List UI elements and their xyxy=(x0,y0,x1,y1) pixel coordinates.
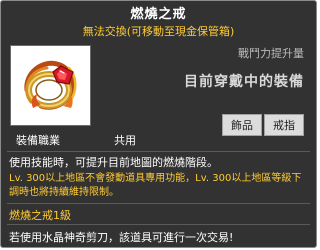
ring-icon xyxy=(24,60,77,110)
equipped-status: 目前穿戴中的裝備 xyxy=(184,74,304,90)
job-label: 裝備職業 xyxy=(16,134,60,147)
item-tooltip: 燃燒之戒 無法交換(可移動至現金保管箱) 戰鬥力提升量 目前穿戴中的裝備 飾品 … xyxy=(0,0,317,248)
item-level: 燃燒之戒1級 xyxy=(9,209,71,222)
item-description: 使用技能時，可提升目前地圖的燃燒階段。 xyxy=(9,156,218,169)
divider xyxy=(7,224,310,225)
job-requirement: 裝備職業 共用 xyxy=(10,132,308,150)
trade-restriction: 無法交換(可移動至現金保管箱) xyxy=(82,25,235,38)
divider xyxy=(7,203,310,204)
level-restriction-note: Lv. 300以上地區不會發動道具專用功能，Lv. 300以上地區等級下調時也將… xyxy=(9,173,302,198)
combat-power-label: 戰鬥力提升量 xyxy=(238,47,304,60)
item-icon-frame xyxy=(10,45,91,126)
divider xyxy=(7,151,310,152)
scissors-trade-note: 若使用水晶神奇剪刀，該道具可進行一次交易! xyxy=(9,231,234,244)
item-title: 燃燒之戒 xyxy=(130,7,187,22)
job-value: 共用 xyxy=(114,134,136,147)
item-info-panel: 戰鬥力提升量 目前穿戴中的裝備 飾品 戒指 xyxy=(101,45,308,136)
